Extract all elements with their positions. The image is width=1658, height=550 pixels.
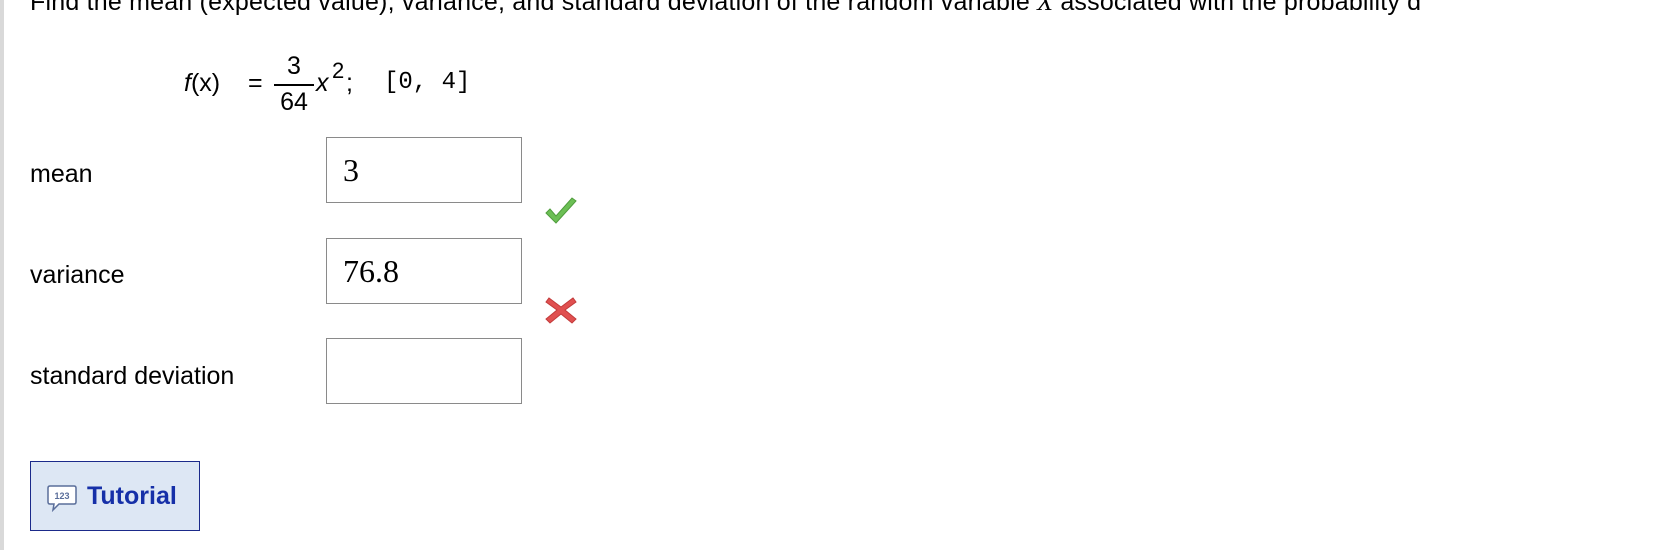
incorrect-x-icon — [545, 297, 577, 324]
correct-check-icon — [545, 197, 577, 224]
intro-start-text: Find the mean (expected value), variance… — [30, 0, 1038, 16]
formula-function-name: f — [184, 69, 191, 97]
fraction-numerator: 3 — [287, 52, 301, 80]
tutorial-icon: 123 — [47, 485, 77, 512]
formula-variable: x — [316, 69, 329, 97]
variance-input[interactable] — [326, 238, 522, 304]
mean-label: mean — [30, 160, 93, 188]
standard-deviation-label: standard deviation — [30, 362, 235, 390]
formula-exponent: 2 — [332, 58, 345, 83]
intro-end-text: associated with the probability d — [1053, 0, 1422, 16]
left-border — [0, 0, 4, 550]
svg-text:123: 123 — [54, 491, 69, 501]
formula-equals: = — [248, 69, 263, 97]
tutorial-button[interactable]: 123 Tutorial — [30, 461, 200, 531]
tutorial-label: Tutorial — [87, 482, 177, 510]
formula-interval: [0, 4] — [384, 69, 471, 96]
formula-argument: (x) — [190, 69, 221, 97]
fraction-denominator: 64 — [280, 88, 308, 116]
standard-deviation-input[interactable] — [326, 338, 522, 404]
mean-input[interactable] — [326, 137, 522, 203]
formula-lhs: f(x) — [184, 69, 220, 98]
variance-label: variance — [30, 261, 125, 289]
formula-semicolon: ; — [346, 69, 353, 97]
problem-statement: Find the mean (expected value), variance… — [30, 0, 1421, 17]
random-variable-symbol: X — [1037, 0, 1054, 16]
fraction-bar — [274, 84, 314, 86]
